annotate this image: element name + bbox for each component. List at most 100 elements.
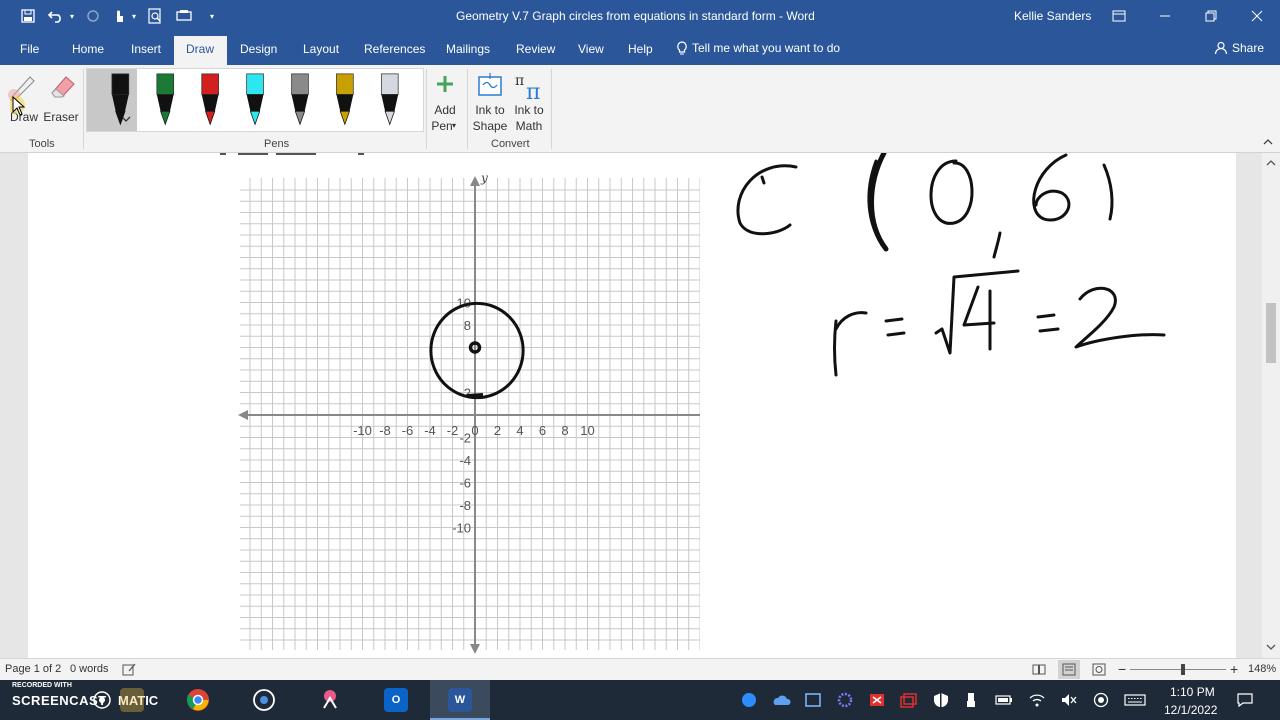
print-preview-icon[interactable]: [146, 7, 164, 25]
tab-mailings[interactable]: Mailings: [446, 42, 490, 56]
pen-7[interactable]: [380, 73, 399, 126]
onedrive-tray-icon[interactable]: [772, 692, 792, 711]
y-tick-label: -2: [459, 431, 471, 446]
taskbar-word-active[interactable]: W: [430, 680, 490, 720]
ink-to-shape-line1: Ink to: [475, 103, 505, 117]
zoom-out-icon[interactable]: −: [1118, 661, 1126, 677]
pen-1[interactable]: [111, 73, 130, 126]
add-pen-line1: Add: [434, 103, 456, 117]
x-axis-arrow-left: [238, 410, 248, 420]
tab-file[interactable]: File: [20, 42, 39, 56]
pen-5[interactable]: [291, 73, 309, 126]
zoom-slider[interactable]: [1130, 669, 1226, 670]
battery-tray-icon[interactable]: [994, 692, 1014, 711]
tab-insert[interactable]: Insert: [131, 42, 161, 56]
file-explorer-icon[interactable]: [120, 688, 144, 712]
pen-4[interactable]: [246, 73, 264, 126]
outlook-icon[interactable]: O: [384, 688, 408, 712]
collapse-ribbon-icon[interactable]: [1262, 137, 1274, 147]
group-separator: [551, 69, 552, 149]
redo-icon[interactable]: [84, 7, 102, 25]
volume-muted-icon[interactable]: [1060, 692, 1078, 711]
settings-tray-icon[interactable]: [836, 692, 854, 711]
print-layout-view-button[interactable]: [1058, 660, 1080, 679]
pen-3[interactable]: [201, 73, 219, 126]
tab-design[interactable]: Design: [240, 42, 277, 56]
snip-sketch-icon[interactable]: [318, 688, 342, 712]
usb-tray-icon[interactable]: [964, 692, 978, 711]
snip-tray-icon[interactable]: [804, 692, 822, 711]
ribbon-display-icon[interactable]: [1104, 4, 1134, 28]
tab-layout[interactable]: Layout: [303, 42, 339, 56]
web-layout-icon[interactable]: [1092, 663, 1106, 676]
defender-tray-icon[interactable]: [932, 692, 950, 711]
ink-to-math-button[interactable]: π π Ink to Math: [510, 69, 548, 135]
touch-dropdown-icon[interactable]: ▾: [128, 7, 140, 25]
document-page[interactable]: -10-8-6-4-202468101082-2-4-6-8-10 x y: [28, 153, 1236, 658]
zoom-tray-icon[interactable]: [740, 692, 758, 711]
pen-6[interactable]: [336, 73, 354, 126]
tell-me-search[interactable]: Tell me what you want to do: [676, 41, 840, 55]
share-tray-icon[interactable]: [900, 692, 918, 711]
close-icon[interactable]: [1242, 4, 1272, 28]
notifications-icon[interactable]: [1236, 692, 1254, 711]
screencast-app-icon[interactable]: [252, 688, 276, 712]
tab-view[interactable]: View: [578, 42, 604, 56]
screencast-logo-icon: [93, 691, 111, 709]
customize-icon[interactable]: [174, 7, 194, 25]
y-axis-arrow-up: [470, 176, 480, 186]
tab-review[interactable]: Review: [516, 42, 555, 56]
undo-icon[interactable]: [46, 7, 66, 25]
pens-row: [111, 73, 399, 126]
tab-draw[interactable]: Draw: [174, 36, 227, 65]
tab-references[interactable]: References: [364, 42, 425, 56]
page-count[interactable]: Page 1 of 2: [5, 663, 61, 675]
y-tick-label: -8: [459, 498, 471, 513]
share-button[interactable]: Share: [1214, 41, 1264, 55]
security-tray-icon[interactable]: [868, 692, 886, 711]
coordinate-grid: -10-8-6-4-202468101082-2-4-6-8-10 x y: [238, 171, 700, 654]
print-layout-icon: [1062, 663, 1076, 676]
person-icon: [1214, 41, 1228, 55]
y-tick-label: -10: [452, 521, 471, 536]
ink-to-shape-button[interactable]: Ink to Shape: [470, 69, 510, 135]
scrollbar-thumb[interactable]: [1266, 303, 1276, 363]
eraser-button[interactable]: Eraser: [42, 69, 80, 129]
zoom-level[interactable]: 148%: [1248, 663, 1276, 675]
tab-help[interactable]: Help: [628, 42, 653, 56]
tab-home[interactable]: Home: [72, 42, 104, 56]
word-count[interactable]: 0 words: [70, 663, 109, 675]
keyboard-tray-icon[interactable]: [1124, 692, 1146, 711]
zoom-in-icon[interactable]: +: [1230, 661, 1238, 677]
svg-text:π: π: [526, 80, 540, 101]
undo-dropdown-icon[interactable]: ▾: [66, 7, 78, 25]
ink-circle: [429, 301, 525, 400]
pens-gallery: [86, 68, 424, 132]
tab-draw-label: Draw: [186, 42, 215, 56]
scroll-down-icon[interactable]: [1265, 643, 1277, 651]
proofing-icon[interactable]: [122, 663, 136, 676]
group-separator: [426, 69, 427, 149]
zoom-slider-thumb[interactable]: [1181, 664, 1185, 675]
record-tray-icon[interactable]: [1092, 692, 1110, 711]
handwritten-ink-annotations: [736, 153, 1166, 377]
y-axis-label: y: [480, 171, 488, 185]
minimize-icon[interactable]: [1150, 4, 1180, 28]
lightbulb-icon: [677, 41, 687, 55]
clock-date[interactable]: 12/1/2022: [1164, 703, 1217, 717]
user-name[interactable]: Kellie Sanders: [1014, 9, 1091, 23]
vertical-scrollbar[interactable]: [1262, 153, 1280, 658]
touch-mode-icon[interactable]: [110, 7, 128, 25]
scroll-up-icon[interactable]: [1265, 159, 1277, 167]
add-pen-button[interactable]: Add Pen ▾: [428, 69, 462, 135]
save-icon[interactable]: [18, 7, 38, 25]
read-mode-icon[interactable]: [1032, 663, 1046, 676]
wifi-tray-icon[interactable]: [1028, 692, 1046, 711]
restore-icon[interactable]: [1196, 4, 1226, 28]
chrome-icon[interactable]: [186, 688, 210, 712]
x-tick-label: 0: [471, 423, 478, 438]
pen-2[interactable]: [156, 73, 175, 126]
clock-time[interactable]: 1:10 PM: [1170, 685, 1215, 699]
x-tick-label: 4: [516, 423, 523, 438]
quick-access-dropdown-icon[interactable]: ▾: [206, 7, 218, 25]
